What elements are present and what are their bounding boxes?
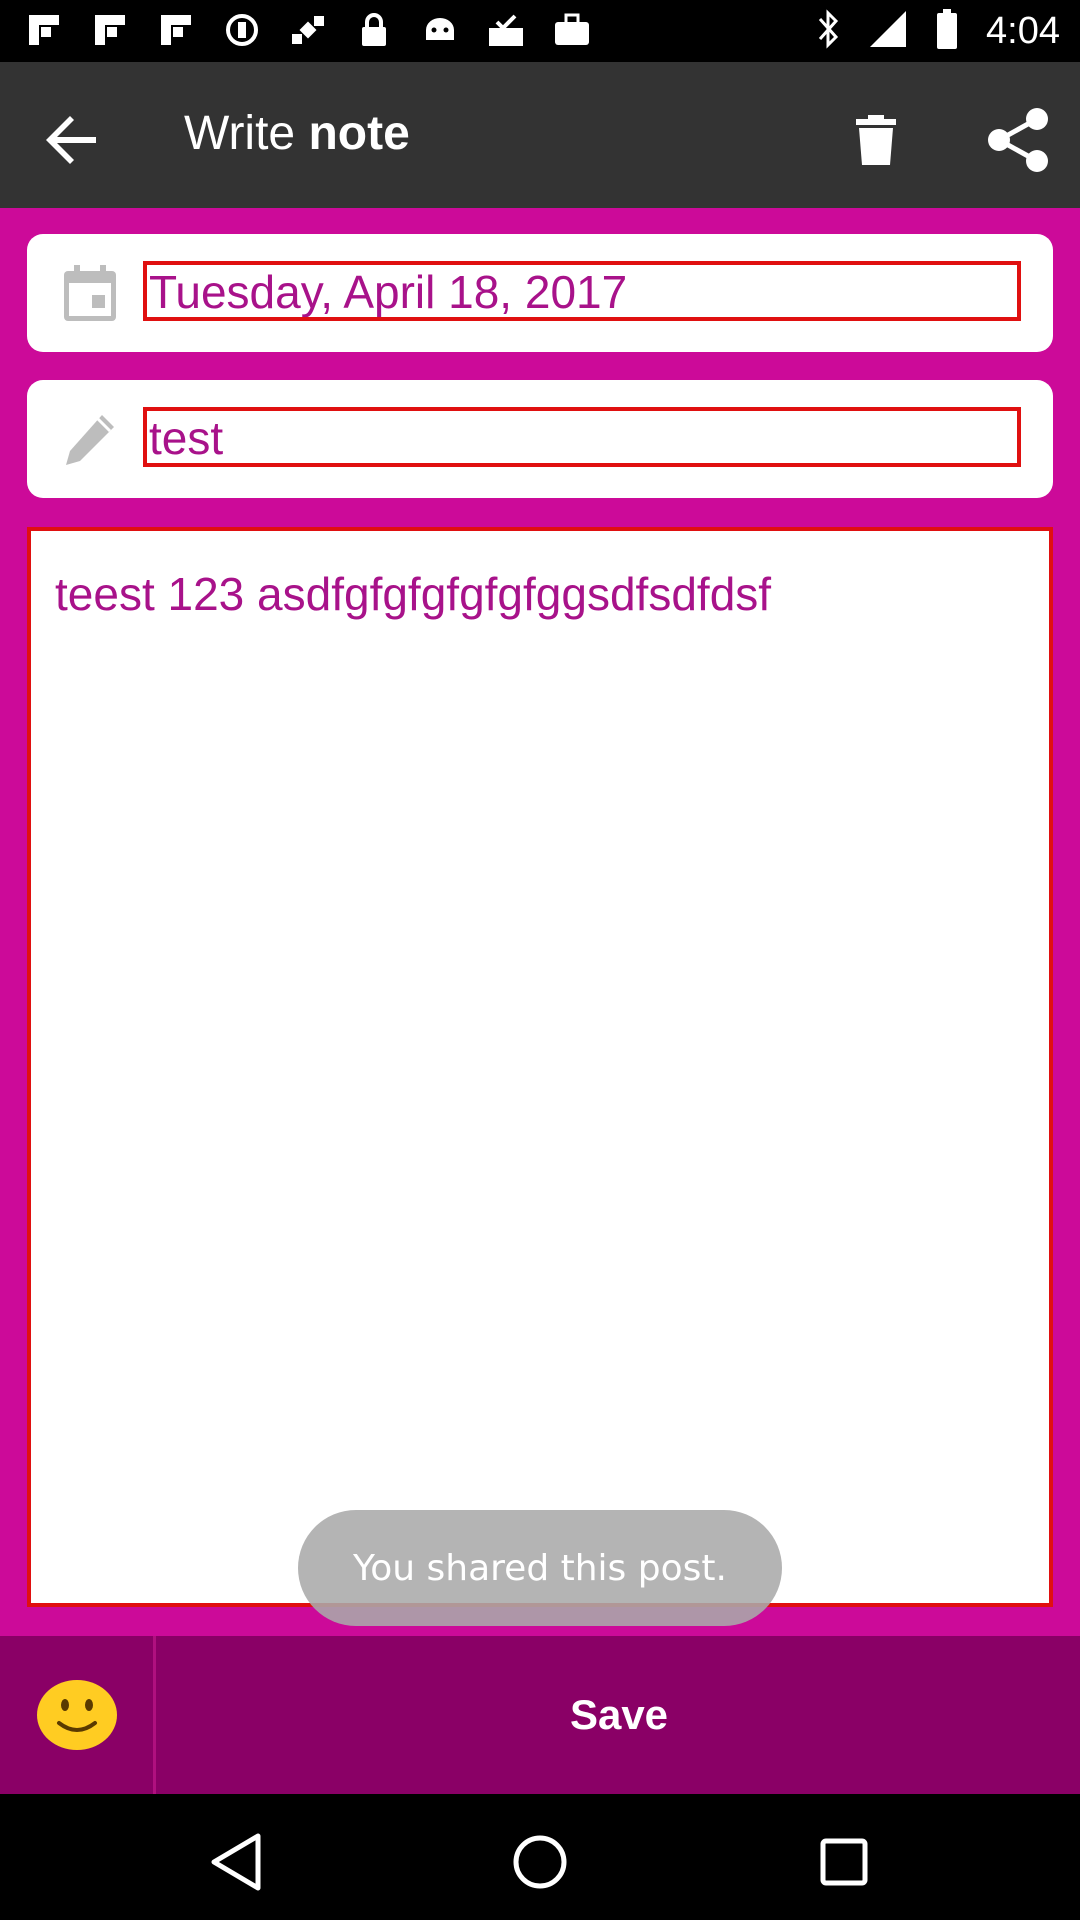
delete-button[interactable] bbox=[846, 102, 906, 178]
calendar-icon bbox=[57, 260, 123, 326]
save-button[interactable]: Save bbox=[158, 1636, 1080, 1794]
nav-back-button[interactable] bbox=[196, 1822, 276, 1902]
share-button[interactable] bbox=[980, 100, 1056, 180]
page-title-bold: note bbox=[308, 107, 410, 160]
system-icons: 4:04 bbox=[816, 0, 1060, 62]
date-card: Tuesday, April 18, 2017 bbox=[27, 234, 1053, 352]
nav-home-button[interactable] bbox=[500, 1822, 580, 1902]
flipboard-icon bbox=[156, 10, 196, 50]
toast-message: You shared this post. bbox=[298, 1510, 782, 1626]
flipboard-icon bbox=[90, 10, 130, 50]
briefcase-icon bbox=[552, 10, 592, 50]
status-time: 4:04 bbox=[986, 9, 1060, 52]
inbox-check-icon bbox=[486, 10, 526, 50]
sync-icon bbox=[222, 10, 262, 50]
title-card: test bbox=[27, 380, 1053, 498]
note-text: teest 123 asdfgfgfgfgfgfggsdfsdfdsf bbox=[55, 568, 772, 620]
notification-icons bbox=[24, 10, 592, 50]
nav-recents-icon bbox=[820, 1838, 868, 1886]
nav-back-icon bbox=[211, 1833, 261, 1891]
bluetooth-icon bbox=[816, 8, 840, 54]
note-textarea[interactable]: teest 123 asdfgfgfgfgfgfggsdfsdfdsf bbox=[27, 527, 1053, 1607]
date-field[interactable]: Tuesday, April 18, 2017 bbox=[143, 261, 1021, 321]
bottom-bar: Save bbox=[0, 1636, 1080, 1794]
arrow-back-icon bbox=[46, 116, 96, 164]
status-bar: 4:04 bbox=[0, 0, 1080, 62]
back-button[interactable] bbox=[34, 102, 110, 178]
flipboard-icon bbox=[24, 10, 64, 50]
pencil-icon bbox=[57, 406, 123, 472]
trash-icon bbox=[856, 115, 896, 165]
satellite-icon bbox=[288, 10, 328, 50]
battery-icon bbox=[936, 8, 958, 54]
emoji-button[interactable] bbox=[0, 1636, 156, 1794]
navigation-bar bbox=[0, 1794, 1080, 1920]
smiley-icon bbox=[36, 1680, 117, 1750]
share-icon bbox=[988, 108, 1048, 172]
app-bar: Write note bbox=[0, 62, 1080, 208]
nav-recents-button[interactable] bbox=[804, 1822, 884, 1902]
page-title-light: Write bbox=[184, 107, 296, 160]
page-title: Write note bbox=[184, 106, 410, 161]
title-field[interactable]: test bbox=[143, 407, 1021, 467]
nav-home-icon bbox=[513, 1835, 567, 1889]
android-icon bbox=[420, 10, 460, 50]
signal-icon bbox=[868, 9, 908, 54]
lock-icon bbox=[354, 10, 394, 50]
